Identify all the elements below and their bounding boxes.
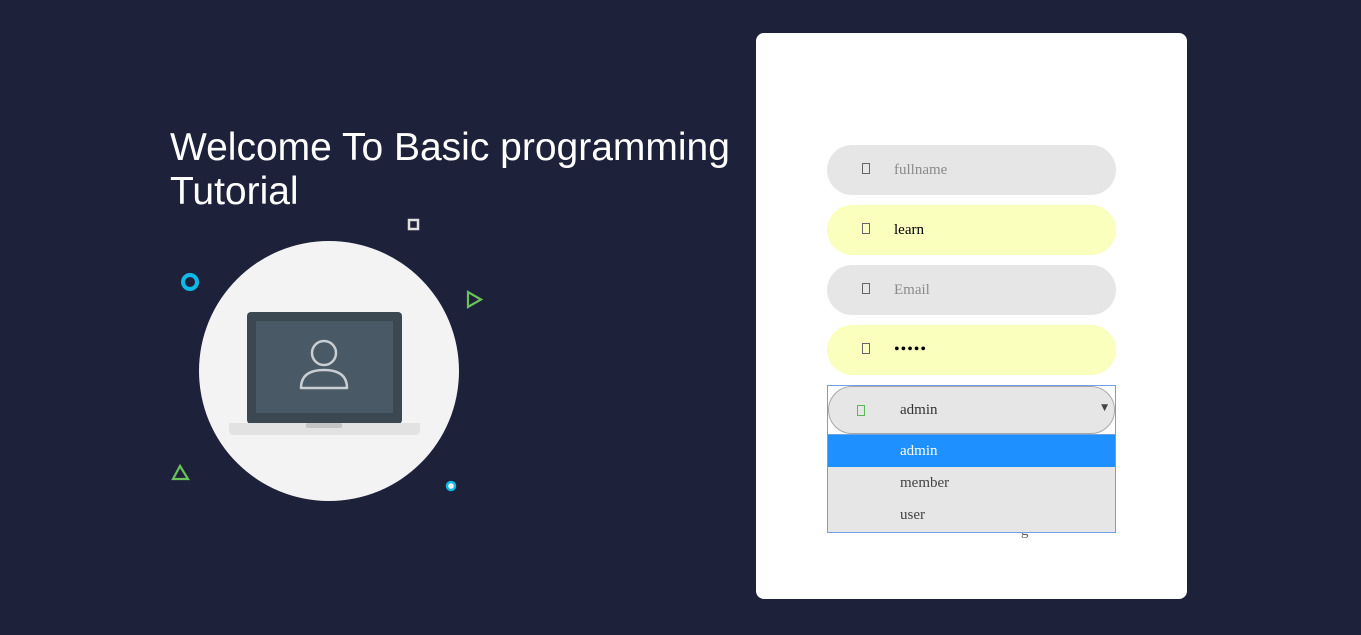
chevron-down-icon[interactable]: ▼ <box>1101 403 1108 413</box>
role-option-admin[interactable]: admin <box>828 435 1115 467</box>
email-input[interactable] <box>894 265 1094 315</box>
hero-title: Welcome To Basic programming Tutorial <box>170 126 730 213</box>
ring-decoration-icon <box>181 273 199 291</box>
play-decoration-icon <box>466 290 484 309</box>
lock-icon <box>862 343 870 354</box>
user-icon <box>862 223 870 234</box>
laptop-illustration <box>160 210 500 520</box>
role-select-value: admin <box>900 402 938 418</box>
fullname-field[interactable] <box>827 145 1116 195</box>
username-field[interactable] <box>827 205 1116 255</box>
role-option-user[interactable]: user <box>828 499 1115 531</box>
user-icon <box>862 163 870 174</box>
username-input[interactable] <box>894 205 1094 255</box>
envelope-icon <box>862 283 870 294</box>
registration-card: Member Registration g admin ▼ admin memb… <box>756 33 1187 599</box>
role-select-control[interactable]: admin ▼ <box>828 386 1115 434</box>
role-dropdown-list: admin member user <box>827 435 1116 533</box>
email-field[interactable] <box>827 265 1116 315</box>
user-icon <box>857 405 865 416</box>
role-select[interactable]: admin ▼ <box>827 385 1116 435</box>
fullname-input[interactable] <box>894 145 1094 195</box>
password-field[interactable] <box>827 325 1116 375</box>
password-input[interactable] <box>894 325 1094 375</box>
dot-decoration-icon <box>445 480 457 492</box>
square-decoration-icon <box>407 218 420 231</box>
triangle-decoration-icon <box>171 463 190 481</box>
role-option-member[interactable]: member <box>828 467 1115 499</box>
